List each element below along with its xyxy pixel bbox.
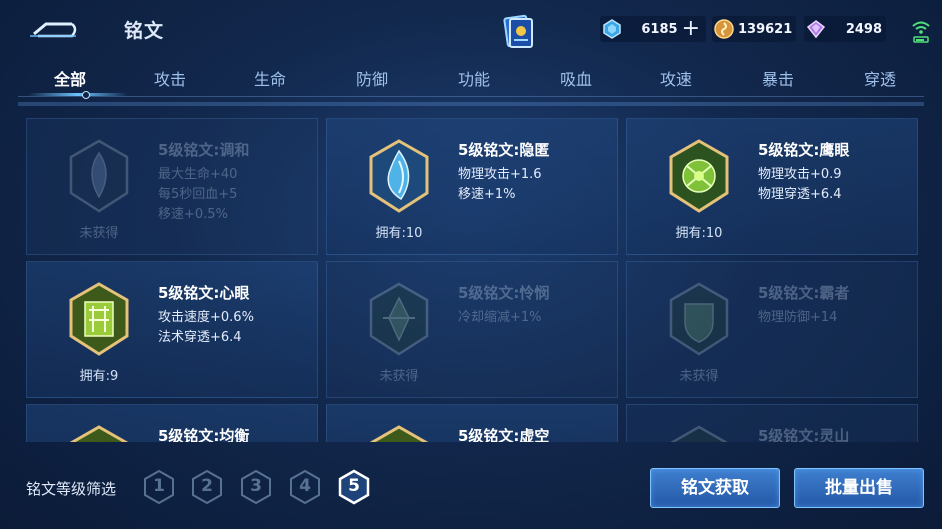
rune-name: 5级铭文:鹰眼 <box>758 141 850 159</box>
rune-attributes: 最大生命+40 每5秒回血+5 移速+0.5% <box>158 165 237 225</box>
rune-name: 5级铭文:隐匿 <box>458 141 550 159</box>
rune-bazhe-icon <box>669 282 729 356</box>
rune-yinni-icon <box>369 139 429 213</box>
rune-lingshan-icon <box>670 425 728 442</box>
tab-penetration[interactable]: 穿透 <box>840 66 920 90</box>
level-filter-2[interactable]: 2 <box>191 469 223 505</box>
diamond-value: 2498 <box>845 21 882 37</box>
rune-attr: 最大生命+40 <box>158 167 238 182</box>
rune-attr: 每5秒回血+5 <box>158 187 238 202</box>
level-number: 1 <box>153 476 165 496</box>
level-number: 2 <box>201 476 213 496</box>
active-tab-indicator <box>28 93 128 96</box>
level-filter-3[interactable]: 3 <box>240 469 272 505</box>
bottom-bar: 铭文等级筛选 1 2 3 4 5 铭文获取 批量出售 <box>0 452 942 529</box>
rune-name: 5级铭文:均衡 <box>158 427 250 442</box>
rune-xinyan-icon <box>69 282 129 356</box>
gem-value: 6185 <box>641 21 678 37</box>
rune-attr: 物理攻击+0.9 <box>758 167 842 182</box>
gem-currency: 6185 + <box>600 16 706 42</box>
rune-owned-count: 未获得 <box>379 369 419 384</box>
rune-xukong-icon <box>369 425 429 442</box>
back-button[interactable] <box>28 14 80 44</box>
rune-name: 5级铭文:怜悯 <box>458 284 550 302</box>
tab-health[interactable]: 生命 <box>230 66 310 90</box>
rune-name: 5级铭文:灵山 <box>758 427 850 442</box>
tab-defense[interactable]: 防御 <box>332 66 412 90</box>
rune-tiaohe-icon <box>69 139 129 213</box>
page-title: 铭文 <box>124 20 165 42</box>
gold-currency: 139621 <box>712 16 796 42</box>
add-currency-button[interactable]: + <box>682 18 700 40</box>
rune-owned-count: 未获得 <box>79 226 119 241</box>
rune-attributes: 攻击速度+0.6% 法术穿透+6.4 <box>158 308 254 348</box>
tab-function[interactable]: 功能 <box>434 66 514 90</box>
coupon-gem-icon <box>603 19 621 39</box>
rune-owned-count: 拥有:10 <box>675 226 723 241</box>
rune-attr: 物理防御+14 <box>758 310 838 325</box>
rune-card[interactable]: 5级铭文:心眼 攻击速度+0.6% 法术穿透+6.4 拥有:9 <box>26 261 318 398</box>
level-filter-5[interactable]: 5 <box>338 469 370 505</box>
rune-book-icon[interactable] <box>500 14 536 50</box>
rune-owned-count: 未获得 <box>679 369 719 384</box>
rune-attr: 攻击速度+0.6% <box>158 310 254 325</box>
level-filter-1[interactable]: 1 <box>143 469 175 505</box>
active-tab-dot <box>82 91 90 99</box>
rune-name: 5级铭文:心眼 <box>158 284 250 302</box>
rune-card[interactable]: 5级铭文:虚空 <box>326 404 618 442</box>
rune-name: 5级铭文:霸者 <box>758 284 850 302</box>
rune-attributes: 冷却缩减+1% <box>458 308 542 328</box>
level-number: 4 <box>299 476 311 496</box>
level-filter-label: 铭文等级筛选 <box>26 480 117 498</box>
rune-attr: 移速+0.5% <box>158 207 228 222</box>
rune-attributes: 物理防御+14 <box>758 308 837 328</box>
rune-attributes: 物理攻击+1.6 移速+1% <box>458 165 542 205</box>
rune-card[interactable]: 5级铭文:调和 最大生命+40 每5秒回血+5 移速+0.5% 未获得 <box>26 118 318 255</box>
rune-attr: 冷却缩减+1% <box>458 310 542 325</box>
diamond-icon <box>806 20 826 39</box>
rune-owned-count: 拥有:10 <box>375 226 423 241</box>
tab-attack-speed[interactable]: 攻速 <box>636 66 716 90</box>
rune-card[interactable]: 5级铭文:鹰眼 物理攻击+0.9 物理穿透+6.4 拥有:10 <box>626 118 918 255</box>
back-arrow-icon <box>30 22 77 38</box>
wifi-signal-icon <box>910 16 932 44</box>
top-header: 铭文 6185 + 139621 2498 <box>0 0 942 58</box>
category-tabs: 全部 攻击 生命 防御 功能 吸血 攻速 暴击 穿透 <box>18 62 924 99</box>
tab-lifesteal[interactable]: 吸血 <box>536 66 616 90</box>
level-number: 5 <box>348 476 360 496</box>
rune-attr: 法术穿透+6.4 <box>158 330 242 345</box>
rune-acquire-button[interactable]: 铭文获取 <box>650 468 780 508</box>
rune-grid: 5级铭文:调和 最大生命+40 每5秒回血+5 移速+0.5% 未获得 5级铭文… <box>18 102 924 442</box>
rune-attr: 物理穿透+6.4 <box>758 187 842 202</box>
rune-junheng-icon <box>69 425 129 442</box>
rune-card[interactable]: 5级铭文:隐匿 物理攻击+1.6 移速+1% 拥有:10 <box>326 118 618 255</box>
rune-owned-count: 拥有:9 <box>79 369 119 384</box>
rune-name: 5级铭文:调和 <box>158 141 250 159</box>
rune-attr: 物理攻击+1.6 <box>458 167 542 182</box>
rune-yingyan-icon <box>669 139 729 213</box>
gold-value: 139621 <box>738 21 793 37</box>
rune-attributes: 物理攻击+0.9 物理穿透+6.4 <box>758 165 842 205</box>
level-filter-4[interactable]: 4 <box>289 469 321 505</box>
rune-card[interactable]: 5级铭文:霸者 物理防御+14 未获得 <box>626 261 918 398</box>
rune-card[interactable]: 5级铭文:灵山 <box>626 404 918 442</box>
rune-lianmin-icon <box>369 282 429 356</box>
diamond-currency: 2498 <box>804 16 886 42</box>
tab-all[interactable]: 全部 <box>30 66 110 90</box>
gold-coin-icon <box>714 19 734 39</box>
tab-attack[interactable]: 攻击 <box>130 66 210 90</box>
level-number: 3 <box>250 476 262 496</box>
rune-name: 5级铭文:虚空 <box>458 427 550 442</box>
rune-card[interactable]: 5级铭文:均衡 <box>26 404 318 442</box>
rune-card[interactable]: 5级铭文:怜悯 冷却缩减+1% 未获得 <box>326 261 618 398</box>
rune-attr: 移速+1% <box>458 187 516 202</box>
bulk-sell-button[interactable]: 批量出售 <box>794 468 924 508</box>
tab-critical[interactable]: 暴击 <box>738 66 818 90</box>
